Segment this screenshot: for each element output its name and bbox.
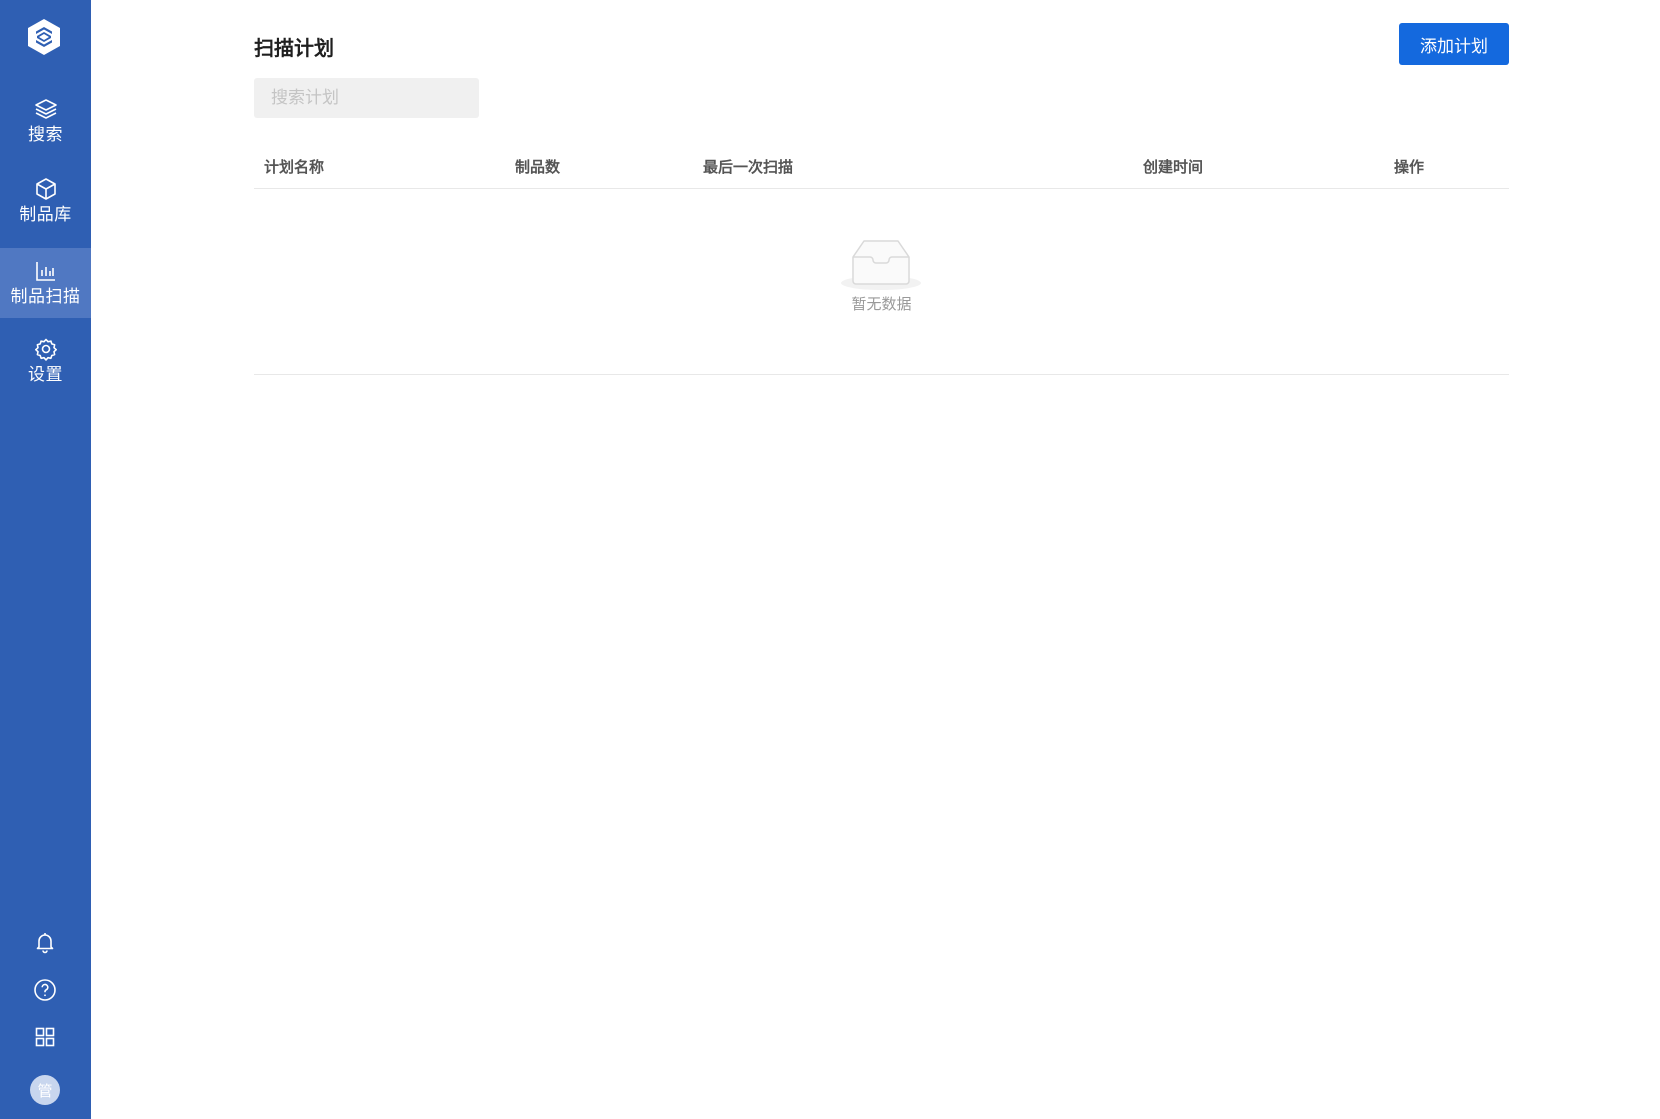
table-header: 计划名称 制品数 最后一次扫描 创建时间 操作: [254, 146, 1509, 189]
empty-state-text: 暂无数据: [851, 295, 912, 313]
add-plan-button[interactable]: 添加计划: [1399, 23, 1509, 65]
column-header-actions: 操作: [1394, 158, 1425, 176]
empty-state: 暂无数据: [254, 189, 1509, 375]
help-icon[interactable]: [33, 978, 57, 1002]
sidebar: 搜索 制品库 制品扫描 设置 管: [0, 0, 91, 1119]
column-header-artifact-count[interactable]: 制品数: [515, 146, 560, 188]
sidebar-item-settings[interactable]: 设置: [0, 326, 91, 396]
sidebar-item-artifact-repo[interactable]: 制品库: [0, 166, 91, 236]
search-input[interactable]: [267, 78, 490, 118]
search-box: [254, 78, 490, 118]
app: 搜索 制品库 制品扫描 设置 管 扫描计划 添加计划 搜索计划 计划名称 制品数…: [0, 0, 1660, 1119]
avatar[interactable]: 管: [30, 1075, 60, 1105]
empty-inbox-icon: [841, 240, 921, 290]
page-title: 扫描计划: [254, 36, 334, 60]
layers-icon: [34, 99, 57, 119]
sidebar-item-label: 制品扫描: [10, 287, 81, 307]
box-icon: [35, 178, 56, 200]
product-logo[interactable]: [24, 17, 64, 57]
bar-chart-icon: [35, 262, 55, 281]
column-header-last-scan[interactable]: 最后一次扫描: [703, 146, 793, 188]
sidebar-item-label: 制品库: [19, 205, 72, 225]
gear-icon: [34, 338, 57, 361]
column-header-plan-name[interactable]: 计划名称: [264, 146, 324, 188]
sidebar-item-label: 设置: [28, 365, 63, 385]
sidebar-item-label: 搜索: [28, 125, 63, 145]
grid-icon[interactable]: [33, 1025, 57, 1049]
sidebar-item-search[interactable]: 搜索: [0, 86, 91, 156]
bell-icon[interactable]: [33, 930, 57, 954]
sidebar-item-artifact-scan[interactable]: 制品扫描: [0, 248, 91, 318]
column-header-created-time[interactable]: 创建时间: [1143, 146, 1203, 188]
scan-plan-table: 计划名称 制品数 最后一次扫描 创建时间 操作 暂无数据: [254, 146, 1509, 375]
